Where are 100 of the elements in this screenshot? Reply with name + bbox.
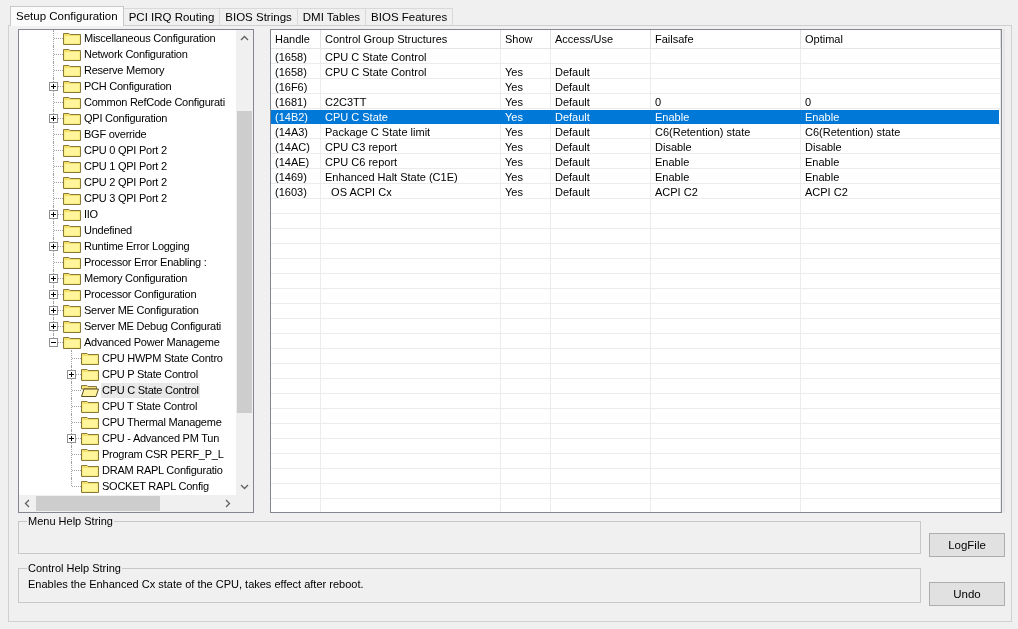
column-header[interactable]: Failsafe [651,30,801,48]
tree-item[interactable]: Processor Error Enabling : [83,254,208,270]
tree-item[interactable]: CPU 1 QPI Port 2 [83,158,168,174]
selected-row[interactable]: (14B2) CPU C State Yes Default Enable Enable [271,110,999,124]
undo-button[interactable]: Undo [929,582,1005,606]
table-cell: (16F6) [275,81,308,93]
scroll-thumb[interactable] [36,496,160,511]
expand-button[interactable] [67,370,76,379]
tab[interactable]: Setup Configuration [10,6,124,26]
table-cell: Yes [505,66,523,78]
table-cell: Default [555,126,590,138]
table-cell: Default [555,141,590,153]
tree-item[interactable]: Undefined [83,222,133,238]
expand-button[interactable] [49,290,58,299]
table-cell: Yes [505,126,523,138]
tree-item[interactable]: CPU C State Control [101,382,200,398]
table-cell: Yes [505,186,523,198]
column-header[interactable]: Optimal [801,30,1001,48]
tree-item[interactable]: Server ME Debug Configurati [83,318,222,334]
tab[interactable]: PCI IRQ Routing [122,8,221,25]
table-cell: Disable [805,141,842,153]
tree-item[interactable]: Processor Configuration [83,286,198,302]
tree-item[interactable]: CPU P State Control [101,366,199,382]
expand-button[interactable] [49,82,58,91]
table-cell: 0 [805,96,812,108]
tree-item[interactable]: CPU HWPM State Contro [101,350,224,366]
tree-item[interactable]: Network Configuration [83,46,189,62]
column-header[interactable]: Show [501,30,551,48]
tree-item[interactable]: SOCKET RAPL Config [101,478,210,494]
folder-icon [63,31,81,45]
folder-icon [63,271,81,285]
tree-item[interactable]: Runtime Error Logging [83,238,191,254]
folder-icon [63,47,81,61]
table-cell: Enable [655,111,690,123]
tree-item[interactable]: CPU 3 QPI Port 2 [83,190,168,206]
tree-item[interactable]: DRAM RAPL Configuratio [101,462,224,478]
collapse-button[interactable] [49,338,58,347]
table-cell: Enable [805,171,840,183]
tree-item[interactable]: Memory Configuration [83,270,189,286]
tab[interactable]: BIOS Strings [219,8,298,25]
tree-item[interactable]: Reserve Memory [83,62,166,78]
table-cell: C2C3TT [325,96,367,108]
tab[interactable]: BIOS Features [365,8,454,25]
expand-button[interactable] [49,242,58,251]
expand-button[interactable] [49,114,58,123]
open-folder-icon [81,383,99,397]
folder-icon [63,143,81,157]
tree-item[interactable]: PCH Configuration [83,78,173,94]
folder-icon [63,111,81,125]
tree-item[interactable]: Server ME Configuration [83,302,200,318]
tree-item[interactable]: Common RefCode Configurati [83,94,226,110]
tree-item[interactable]: BGF override [83,126,148,142]
expand-button[interactable] [67,434,76,443]
table-cell: Yes [505,141,523,153]
table-cell: Enable [805,156,840,168]
table-cell: (1603) [275,186,307,198]
folder-icon [63,255,81,269]
tree-item[interactable]: Program CSR PERF_P_L [101,446,225,462]
table-cell: Default [555,66,590,78]
table-cell: CPU C State Control [325,66,427,78]
folder-icon [63,287,81,301]
table-cell: Yes [505,156,523,168]
table-cell: (14AC) [275,141,310,153]
help-text: Enables the Enhanced Cx state of the CPU, takes effect after reboot. [28,577,365,592]
scroll-thumb[interactable] [237,111,252,413]
folder-icon [81,367,99,381]
column-header[interactable]: Handle [271,30,321,48]
table-cell: Yes [505,171,523,183]
column-header[interactable]: Access/Use [551,30,651,48]
tree-item[interactable]: Advanced Power Manageme [83,334,221,350]
expand-button[interactable] [49,274,58,283]
table-cell: (14A3) [275,126,309,138]
tree-item[interactable]: CPU - Advanced PM Tun [101,430,221,446]
table-cell: Default [555,171,590,183]
table-cell: Enable [655,156,690,168]
table-cell: C6(Retention) state [805,126,901,138]
table-cell: (1681) [275,96,307,108]
tree-item[interactable]: CPU Thermal Manageme [101,414,223,430]
folder-icon [63,159,81,173]
expand-button[interactable] [49,306,58,315]
tree-item[interactable]: QPI Configuration [83,110,169,126]
column-header[interactable]: Control Group Structures [321,30,501,48]
table-cell: Default [555,81,590,93]
tree-item[interactable]: CPU T State Control [101,398,199,414]
tree-item[interactable]: Miscellaneous Configuration [83,30,217,46]
group-label: Control Help String [27,562,122,574]
table-cell: Enable [655,171,690,183]
tree-item[interactable]: CPU 0 QPI Port 2 [83,142,168,158]
logfile-button[interactable]: LogFile [929,533,1005,557]
tree-item[interactable]: IIO [83,206,99,222]
expand-button[interactable] [49,322,58,331]
table-cell: Disable [655,141,692,153]
table-cell: CPU C6 report [325,156,398,168]
table-cell: Default [555,186,590,198]
table-cell: Default [555,96,590,108]
tree-item[interactable]: CPU 2 QPI Port 2 [83,174,168,190]
folder-icon [63,79,81,93]
folder-icon [63,63,81,77]
expand-button[interactable] [49,210,58,219]
vertical-scrollbar[interactable] [236,30,253,495]
